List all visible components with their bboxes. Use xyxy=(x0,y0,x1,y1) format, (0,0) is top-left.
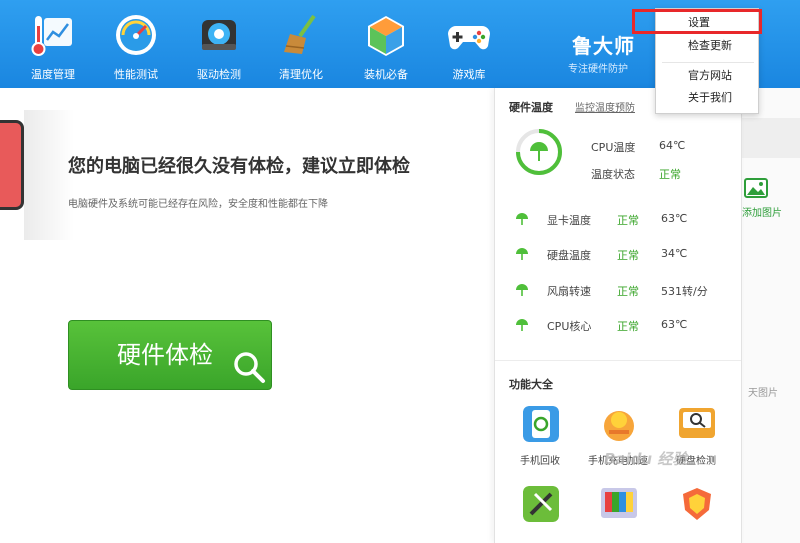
hardware-check-button[interactable]: 硬件体检 xyxy=(68,320,272,390)
cpu-core-status: 正常 xyxy=(617,320,639,333)
screen-test-icon[interactable] xyxy=(601,486,637,522)
add-image-label[interactable]: 添加图片 xyxy=(742,204,782,219)
gamepad-icon xyxy=(448,26,490,50)
magnifier-icon xyxy=(234,352,265,383)
nav-label: 清理优化 xyxy=(279,68,323,81)
right-partial-text: 天图片 xyxy=(748,388,778,399)
gear-icon xyxy=(202,20,236,50)
gpu-temperature-label: 显卡温度 xyxy=(547,214,591,227)
brand-title: 鲁大师 xyxy=(572,34,635,58)
left-decoration xyxy=(0,120,24,210)
nav-label: 性能测试 xyxy=(114,68,158,81)
watermark: Baidu 经验 xyxy=(604,450,688,468)
menu-item-about-us[interactable]: 关于我们 xyxy=(656,87,760,109)
disk-temperature-label: 硬盘温度 xyxy=(547,249,591,262)
umbrella-icon xyxy=(516,213,528,225)
broom-icon xyxy=(284,14,316,54)
phone-recycle-icon[interactable] xyxy=(523,406,559,442)
nav-item-temperature[interactable]: 温度管理 xyxy=(22,6,84,86)
function-label[interactable]: 手机回收 xyxy=(505,452,575,467)
cpu-temperature-value: 64℃ xyxy=(659,139,686,152)
cpu-temperature-gauge xyxy=(516,129,562,175)
tool-icon[interactable] xyxy=(523,486,559,522)
hardware-temperature-panel: 硬件温度 监控温度预防 CPU温度 64℃ 温度状态 正常 显卡温度 正常 63… xyxy=(494,88,742,543)
umbrella-icon xyxy=(516,248,528,260)
hardware-check-label: 硬件体检 xyxy=(117,341,213,369)
nav-item-performance[interactable]: 性能测试 xyxy=(105,6,167,86)
settings-highlight-box xyxy=(632,9,762,34)
add-image-icon[interactable] xyxy=(744,176,768,200)
hardware-temperature-title: 硬件温度 xyxy=(509,101,553,114)
panel-divider xyxy=(495,360,741,361)
gpu-temperature-value: 63℃ xyxy=(661,212,688,225)
fan-speed-value: 531转/分 xyxy=(661,285,708,298)
app-window: 温度管理 性能测试 驱动检测 清理优化 装机必备 游戏库 鲁大师 专注硬件防护 … xyxy=(0,0,800,543)
disk-check-icon[interactable] xyxy=(679,406,715,442)
monitor-temperature-link[interactable]: 监控温度预防 xyxy=(575,99,635,114)
nav-item-game-library[interactable]: 游戏库 xyxy=(438,6,500,86)
main-headline: 您的电脑已经很久没有体检，建议立即体检 xyxy=(68,156,410,177)
nav-label: 温度管理 xyxy=(31,68,75,81)
menu-separator xyxy=(662,62,754,63)
shield-icon[interactable] xyxy=(679,486,715,522)
gpu-temperature-status: 正常 xyxy=(617,214,639,227)
umbrella-icon xyxy=(516,284,528,296)
disk-temperature-value: 34℃ xyxy=(661,247,688,260)
functions-title: 功能大全 xyxy=(509,378,553,391)
umbrella-icon xyxy=(516,319,528,331)
nav-label: 驱动检测 xyxy=(197,68,241,81)
disk-temperature-status: 正常 xyxy=(617,249,639,262)
cube-icon xyxy=(368,16,404,56)
brand-subtitle: 专注硬件防护 xyxy=(568,64,628,75)
cpu-temperature-label: CPU温度 xyxy=(591,141,636,154)
right-header-strip xyxy=(742,118,800,158)
main-subline: 电脑硬件及系统可能已经存在风险，安全度和性能都在下降 xyxy=(68,199,328,210)
nav-item-essentials[interactable]: 装机必备 xyxy=(355,6,417,86)
temperature-status-label: 温度状态 xyxy=(591,168,635,181)
cpu-core-label: CPU核心 xyxy=(547,320,592,333)
menu-item-check-update[interactable]: 检查更新 xyxy=(656,35,760,57)
cpu-core-value: 63℃ xyxy=(661,318,688,331)
nav-item-driver[interactable]: 驱动检测 xyxy=(188,6,250,86)
left-decoration-shadow xyxy=(24,110,74,240)
fan-speed-label: 风扇转速 xyxy=(547,285,591,298)
fan-speed-status: 正常 xyxy=(617,285,639,298)
charge-boost-icon[interactable] xyxy=(601,406,637,442)
nav-item-cleanup[interactable]: 清理优化 xyxy=(270,6,332,86)
menu-item-official-site[interactable]: 官方网站 xyxy=(656,65,760,87)
temperature-status-value: 正常 xyxy=(659,168,681,181)
nav-label: 装机必备 xyxy=(364,68,408,81)
nav-label: 游戏库 xyxy=(452,68,486,81)
speedometer-icon xyxy=(116,15,156,55)
thermometer-chart-icon xyxy=(31,16,72,56)
